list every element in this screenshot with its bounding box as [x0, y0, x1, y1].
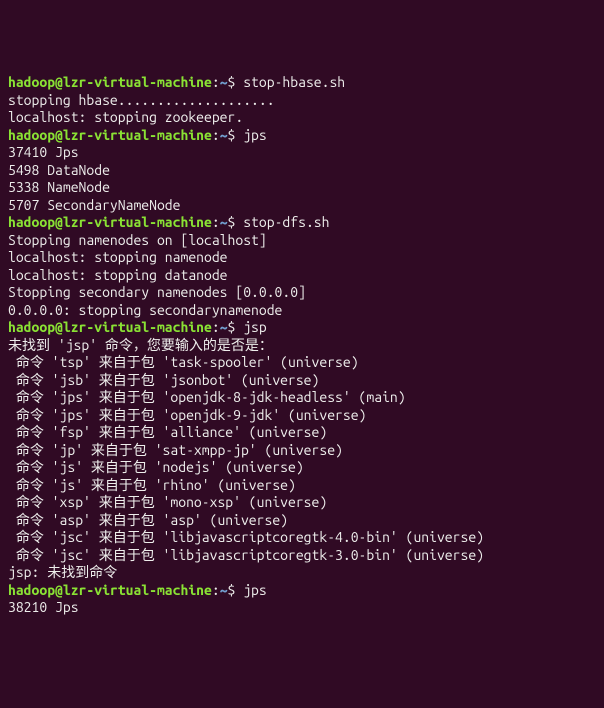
output-line: 5498 DataNode — [8, 162, 596, 180]
prompt-sep: $ — [228, 582, 244, 598]
command-text: stop-hbase.sh — [243, 74, 345, 90]
user-host: hadoop@lzr-virtual-machine — [8, 582, 212, 598]
prompt-colon: : — [212, 214, 220, 230]
output-line: 命令 'asp' 来自于包 'asp' (universe) — [8, 512, 596, 530]
output-line: 命令 'jp' 来自于包 'sat-xmpp-jp' (universe) — [8, 442, 596, 460]
user-host: hadoop@lzr-virtual-machine — [8, 127, 212, 143]
output-line: 命令 'jsb' 来自于包 'jsonbot' (universe) — [8, 372, 596, 390]
prompt-colon: : — [212, 74, 220, 90]
output-line: 38210 Jps — [8, 599, 596, 617]
prompt-path: ~ — [220, 127, 228, 143]
output-line: 5338 NameNode — [8, 179, 596, 197]
prompt-line: hadoop@lzr-virtual-machine:~$ jsp — [8, 319, 596, 337]
output-line: Stopping namenodes on [localhost] — [8, 232, 596, 250]
prompt-sep: $ — [228, 127, 244, 143]
command-text: stop-dfs.sh — [243, 214, 329, 230]
output-line: localhost: stopping namenode — [8, 249, 596, 267]
output-line: 37410 Jps — [8, 144, 596, 162]
prompt-line: hadoop@lzr-virtual-machine:~$ stop-hbase… — [8, 74, 596, 92]
prompt-line: hadoop@lzr-virtual-machine:~$ jps — [8, 582, 596, 600]
output-line: localhost: stopping zookeeper. — [8, 109, 596, 127]
user-host: hadoop@lzr-virtual-machine — [8, 319, 212, 335]
prompt-sep: $ — [228, 319, 244, 335]
output-line: 未找到 'jsp' 命令，您要输入的是否是： — [8, 337, 596, 355]
command-text: jsp — [243, 319, 267, 335]
prompt-colon: : — [212, 127, 220, 143]
output-line: 命令 'js' 来自于包 'nodejs' (universe) — [8, 459, 596, 477]
output-line: 命令 'jps' 来自于包 'openjdk-9-jdk' (universe) — [8, 407, 596, 425]
output-line: 命令 'tsp' 来自于包 'task-spooler' (universe) — [8, 354, 596, 372]
prompt-colon: : — [212, 319, 220, 335]
prompt-path: ~ — [220, 74, 228, 90]
prompt-sep: $ — [228, 74, 244, 90]
prompt-line: hadoop@lzr-virtual-machine:~$ stop-dfs.s… — [8, 214, 596, 232]
output-line: 5707 SecondaryNameNode — [8, 197, 596, 215]
user-host: hadoop@lzr-virtual-machine — [8, 74, 212, 90]
prompt-path: ~ — [220, 319, 228, 335]
output-line: stopping hbase.................... — [8, 92, 596, 110]
output-line: 命令 'jsc' 来自于包 'libjavascriptcoregtk-3.0-… — [8, 547, 596, 565]
prompt-colon: : — [212, 582, 220, 598]
output-line: 命令 'jps' 来自于包 'openjdk-8-jdk-headless' (… — [8, 389, 596, 407]
command-text: jps — [243, 582, 267, 598]
output-line: jsp: 未找到命令 — [8, 564, 596, 582]
output-line: 命令 'fsp' 来自于包 'alliance' (universe) — [8, 424, 596, 442]
terminal[interactable]: hadoop@lzr-virtual-machine:~$ stop-hbase… — [8, 74, 596, 617]
output-line: 命令 'jsc' 来自于包 'libjavascriptcoregtk-4.0-… — [8, 529, 596, 547]
user-host: hadoop@lzr-virtual-machine — [8, 214, 212, 230]
output-line: 命令 'xsp' 来自于包 'mono-xsp' (universe) — [8, 494, 596, 512]
output-line: 0.0.0.0: stopping secondarynamenode — [8, 302, 596, 320]
output-line: Stopping secondary namenodes [0.0.0.0] — [8, 284, 596, 302]
prompt-path: ~ — [220, 582, 228, 598]
command-text: jps — [243, 127, 267, 143]
output-line: localhost: stopping datanode — [8, 267, 596, 285]
prompt-line: hadoop@lzr-virtual-machine:~$ jps — [8, 127, 596, 145]
prompt-sep: $ — [228, 214, 244, 230]
output-line: 命令 'js' 来自于包 'rhino' (universe) — [8, 477, 596, 495]
prompt-path: ~ — [220, 214, 228, 230]
